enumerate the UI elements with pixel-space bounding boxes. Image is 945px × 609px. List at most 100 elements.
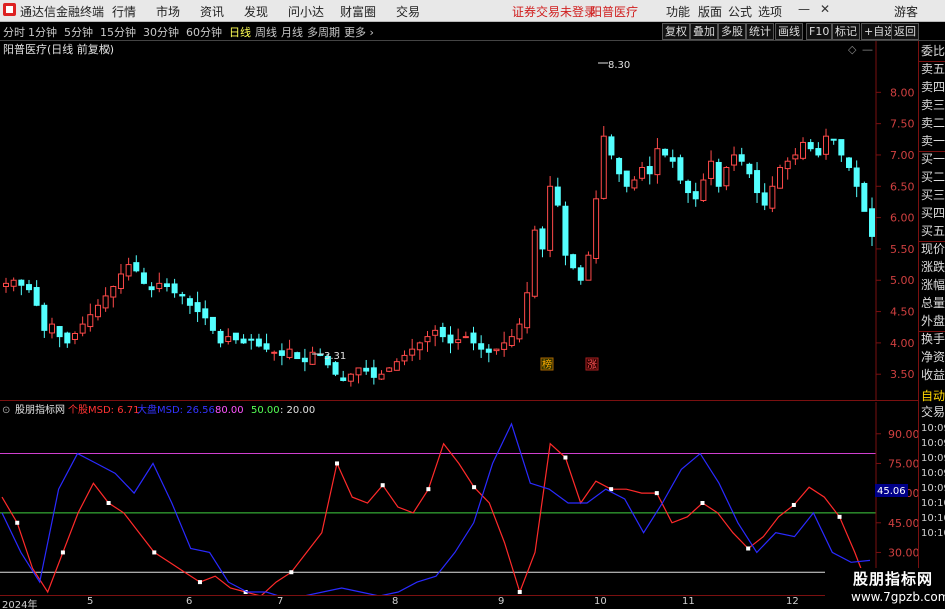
candle-body [455,339,462,344]
candle-body [48,323,55,334]
high-annotation: 8.30 [598,60,630,71]
chevron-down-icon[interactable]: ⊙ [102,43,111,56]
multi-stock-button[interactable]: 多股 [718,23,746,40]
quote-field-label: 卖五 [921,62,945,76]
candle-body [692,191,699,200]
y-tick-label: 5.50 [890,243,915,256]
signal-marker [654,491,659,496]
x-tick: 7 [277,596,284,607]
candle-body [432,329,439,336]
indicator-svg: ⊙ 股朋指标网 个股MSD: 6.71 大盘MSD: 26.56 80.00 5… [0,402,918,595]
trade-tab[interactable]: 交易 [921,405,945,420]
menu-discover[interactable]: 发现 [244,3,268,20]
period-item[interactable]: 周线 [255,24,277,40]
candle-body [846,157,853,168]
f10-button[interactable]: F10 [806,23,833,40]
trade-time: 10:09 [921,483,945,494]
indicator-y-tick-label: 30.00 [888,546,918,559]
indicator-y-tick-label: 75.00 [888,457,918,470]
indicator-lines [0,422,876,595]
y-tick-label: 6.00 [890,212,915,225]
candle-body [248,338,255,341]
candle-body [577,267,584,281]
candle-body [761,192,768,206]
menu-formula[interactable]: 公式 [728,3,752,20]
menu-market[interactable]: 市场 [156,3,180,20]
menu-quotes[interactable]: 行情 [112,3,136,20]
candle-body [646,166,653,175]
indicator-toggle-icon[interactable]: ⊙ [2,405,10,416]
candle-body [240,338,247,344]
candle-body [194,302,201,313]
candle-body [493,348,500,352]
candle-body [830,138,837,141]
candle-body [838,139,845,156]
pin-icon[interactable]: ◇ [848,43,857,56]
y-tick-label: 5.00 [890,274,915,287]
period-item[interactable]: 15分钟 [100,24,136,40]
menu-options[interactable]: 选项 [758,3,782,20]
candle-body [639,166,646,179]
close-icon[interactable]: ✕ [820,2,830,16]
candle-body [685,180,692,194]
signal-marker [609,487,614,492]
marker-bang[interactable]: 榜 [540,357,554,371]
menu-trade[interactable]: 交易 [396,3,420,20]
minus-icon[interactable]: — [862,43,873,56]
login-notice[interactable]: 证券交易未登录 [512,3,596,20]
candle-body [33,287,40,306]
candle-body [738,154,745,162]
period-item-active[interactable]: 日线 [229,24,251,40]
period-item[interactable]: 5分钟 [64,24,93,40]
candle-body [478,343,485,350]
minimize-icon[interactable]: — [798,2,810,16]
menu-wealth[interactable]: 财富圈 [340,3,376,20]
candle-body [516,323,523,340]
period-item[interactable]: 60分钟 [186,24,222,40]
stats-button[interactable]: 统计 [746,23,774,40]
draw-button[interactable]: 画线 [775,23,803,40]
candle-body [25,284,32,291]
auto-tab[interactable]: 自动 [921,389,945,404]
overlay-button[interactable]: 叠加 [690,23,718,40]
candlestick-svg: 阳普医疗(日线 前复权) ⊙ ◇ — 8.00 7.50 7.00 6.50 6.00 5… [3,41,915,401]
quote-field-label: 买四 [921,206,945,220]
period-item[interactable]: 1分钟 [28,24,57,40]
candle-body [470,332,477,344]
candle-body [608,136,615,156]
period-more[interactable]: 更多 › [344,24,374,40]
period-item[interactable]: 月线 [281,24,303,40]
indicator-chart[interactable]: ⊙ 股朋指标网 个股MSD: 6.71 大盘MSD: 26.56 80.00 5… [0,402,918,595]
marker-rise[interactable]: 涨 [585,357,599,371]
quote-field-label: 卖三 [921,98,945,112]
menu-news[interactable]: 资讯 [200,3,224,20]
signal-marker [517,590,522,594]
signal-marker [746,546,751,551]
candle-body [378,373,385,380]
candle-body [232,332,239,341]
menu-layout[interactable]: 版面 [698,3,722,20]
back-button[interactable]: 返回 [891,23,919,40]
menu-ask[interactable]: 问小达 [288,3,324,20]
candle-body [462,336,469,339]
candle-body [731,154,738,166]
mark-button[interactable]: 标记 [832,23,860,40]
quote-field-label: 卖一 [921,134,945,148]
period-item[interactable]: 30分钟 [143,24,179,40]
quote-field-label: 现价 [921,242,945,256]
candle-body [56,326,63,338]
signal-marker [335,461,340,466]
candle-body [209,316,216,331]
trade-time: 10:09 [921,423,945,434]
period-item[interactable]: 分时 [3,24,25,40]
candle-body [715,161,722,187]
adjust-button[interactable]: 复权 [662,23,690,40]
guest-label[interactable]: 游客 [894,3,918,20]
candle-body [64,332,71,344]
candle-body [792,154,799,160]
candlestick-chart[interactable]: 阳普医疗(日线 前复权) ⊙ ◇ — 8.00 7.50 7.00 6.50 6.00 5… [0,41,915,401]
candle-body [347,373,354,382]
candle-body [861,182,868,212]
menu-function[interactable]: 功能 [666,3,690,20]
period-item[interactable]: 多周期 [307,24,340,40]
